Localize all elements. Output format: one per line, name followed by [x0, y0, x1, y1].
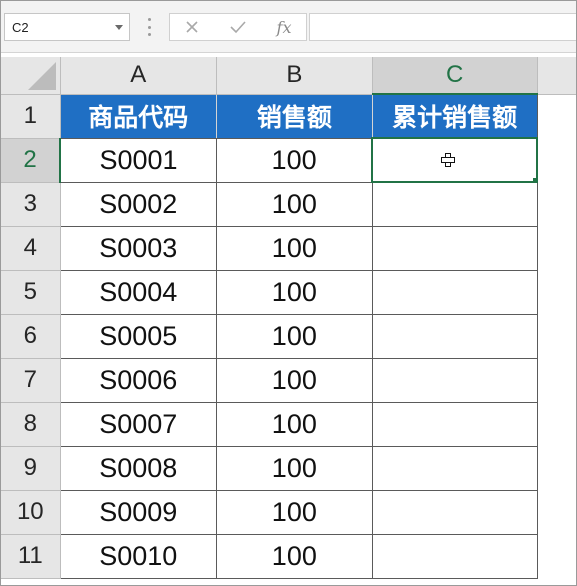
- table-row: 6 S0005 100: [1, 314, 576, 359]
- check-icon[interactable]: [218, 14, 258, 40]
- cell-cumulative-sales[interactable]: [372, 490, 538, 535]
- cell-sales[interactable]: 100: [216, 270, 373, 315]
- cell-sales[interactable]: 100: [216, 402, 373, 447]
- header-cell-sales[interactable]: 销售额: [216, 94, 373, 139]
- cell-cumulative-sales[interactable]: [372, 446, 538, 491]
- cell-product-code[interactable]: S0008: [60, 446, 217, 491]
- function-label: fx: [276, 17, 292, 37]
- table-row: 1 商品代码 销售额 累计销售额: [1, 94, 576, 139]
- cell-sales[interactable]: 100: [216, 226, 373, 271]
- cell-sales[interactable]: 100: [216, 138, 373, 183]
- row-header[interactable]: 10: [1, 490, 61, 535]
- row-header[interactable]: 8: [1, 402, 61, 447]
- fill-handle[interactable]: [532, 177, 536, 180]
- cell-product-code[interactable]: S0010: [60, 534, 217, 579]
- header-cell-cumulative-sales[interactable]: 累计销售额: [372, 94, 538, 139]
- empty-cell[interactable]: [537, 534, 576, 578]
- empty-cell[interactable]: [537, 358, 576, 402]
- cell-cumulative-sales[interactable]: [372, 226, 538, 271]
- column-header-c[interactable]: C: [372, 57, 538, 95]
- worksheet-grid: A B C 1 商品代码 销售额 累计销售额 2 S0001 100 3 S00…: [1, 57, 576, 579]
- insert-function-button[interactable]: fx: [264, 14, 304, 40]
- cell-sales[interactable]: 100: [216, 358, 373, 403]
- cell-product-code[interactable]: S0009: [60, 490, 217, 535]
- row-header[interactable]: 7: [1, 358, 61, 403]
- empty-cell[interactable]: [537, 226, 576, 270]
- row-header[interactable]: 2: [1, 138, 62, 183]
- table-row: 11 S0010 100: [1, 534, 576, 579]
- name-box[interactable]: C2: [4, 13, 130, 41]
- empty-cell[interactable]: [537, 402, 576, 446]
- header-cell-product-code[interactable]: 商品代码: [60, 94, 217, 139]
- table-row: 4 S0003 100: [1, 226, 576, 271]
- cell-product-code[interactable]: S0006: [60, 358, 217, 403]
- cell-product-code[interactable]: S0007: [60, 402, 217, 447]
- chevron-down-icon[interactable]: [115, 25, 123, 30]
- spreadsheet-window: C2 fx A B C 1 商品代码 销售额 累计销售额 2 S0001 100…: [0, 0, 577, 586]
- empty-cell[interactable]: [537, 446, 576, 490]
- row-header[interactable]: 6: [1, 314, 61, 359]
- empty-cell[interactable]: [537, 270, 576, 314]
- formula-bar: C2 fx: [1, 1, 576, 53]
- row-header[interactable]: 3: [1, 182, 61, 227]
- cell-cumulative-sales[interactable]: [372, 402, 538, 447]
- cell-sales[interactable]: 100: [216, 534, 373, 579]
- row-header[interactable]: 11: [1, 534, 61, 579]
- cell-product-code[interactable]: S0002: [60, 182, 217, 227]
- column-header-row: A B C: [1, 57, 576, 95]
- cell-cumulative-sales[interactable]: [372, 314, 538, 359]
- cell-cumulative-sales[interactable]: [372, 182, 538, 227]
- cell-product-code[interactable]: S0005: [60, 314, 217, 359]
- table-row: 3 S0002 100: [1, 182, 576, 227]
- cell-sales[interactable]: 100: [216, 314, 373, 359]
- formula-buttons: fx: [169, 13, 307, 41]
- empty-cell[interactable]: [537, 94, 576, 138]
- row-header[interactable]: 9: [1, 446, 61, 491]
- cell-product-code[interactable]: S0004: [60, 270, 217, 315]
- table-row: 5 S0004 100: [1, 270, 576, 315]
- empty-cell[interactable]: [537, 314, 576, 358]
- cell-sales[interactable]: 100: [216, 490, 373, 535]
- cell-cursor-icon: [441, 153, 455, 167]
- cell-sales[interactable]: 100: [216, 182, 373, 227]
- grip-icon[interactable]: [147, 18, 151, 36]
- select-all-icon: [27, 61, 56, 90]
- close-icon[interactable]: [172, 14, 212, 40]
- row-header[interactable]: 4: [1, 226, 61, 271]
- table-row: 7 S0006 100: [1, 358, 576, 403]
- cell-product-code[interactable]: S0003: [60, 226, 217, 271]
- column-header-a[interactable]: A: [60, 57, 217, 95]
- row-header[interactable]: 5: [1, 270, 61, 315]
- table-row: 8 S0007 100: [1, 402, 576, 447]
- column-header-b[interactable]: B: [216, 57, 373, 95]
- row-header[interactable]: 1: [1, 94, 61, 139]
- cell-cumulative-sales[interactable]: [372, 358, 538, 403]
- empty-cell[interactable]: [537, 138, 576, 182]
- column-header-empty: [537, 57, 576, 95]
- cell-product-code[interactable]: S0001: [60, 138, 217, 183]
- select-all-corner[interactable]: [1, 57, 61, 95]
- table-row: 9 S0008 100: [1, 446, 576, 491]
- name-box-value: C2: [12, 20, 29, 35]
- cell-sales[interactable]: 100: [216, 446, 373, 491]
- cell-cumulative-sales[interactable]: [372, 534, 538, 579]
- table-row: 10 S0009 100: [1, 490, 576, 535]
- formula-input[interactable]: [309, 13, 576, 41]
- empty-cell[interactable]: [537, 490, 576, 534]
- empty-cell[interactable]: [537, 182, 576, 226]
- cell-cumulative-sales[interactable]: [372, 270, 538, 315]
- table-row: 2 S0001 100: [1, 137, 576, 183]
